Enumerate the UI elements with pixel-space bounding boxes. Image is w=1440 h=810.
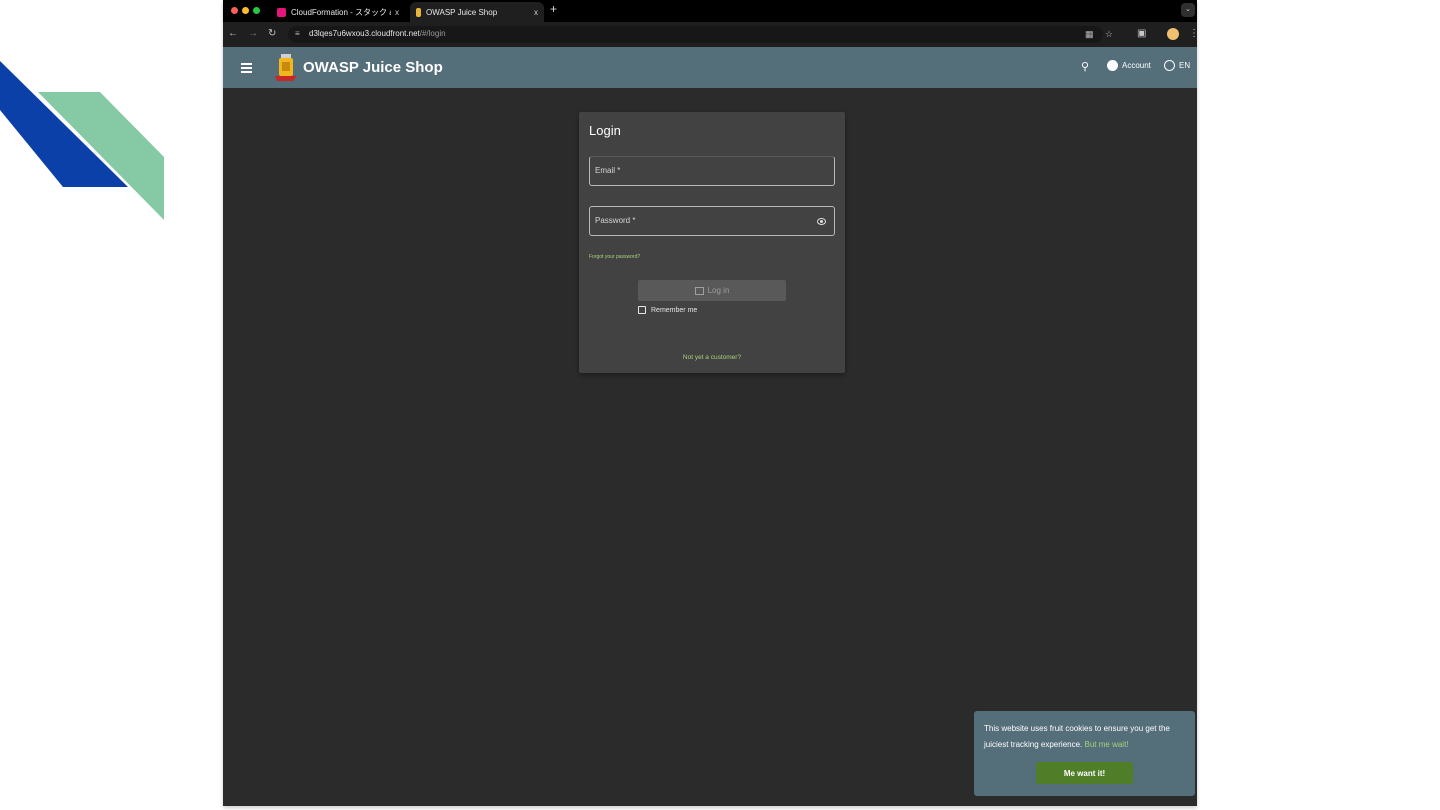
login-button[interactable]: Log in xyxy=(638,280,786,301)
hamburger-menu-icon[interactable] xyxy=(241,63,252,73)
url-text: d3lqes7u6wxou3.cloudfront.net/#/login xyxy=(309,29,446,38)
password-field[interactable]: Password * xyxy=(589,206,835,236)
forgot-password-link[interactable]: Forgot your password? xyxy=(589,254,640,260)
reload-icon[interactable]: ↻ xyxy=(268,28,276,39)
search-icon[interactable]: ⚲ xyxy=(1081,60,1089,73)
email-label: Email * xyxy=(595,166,621,175)
globe-icon xyxy=(1164,60,1175,71)
password-label: Password * xyxy=(595,216,636,225)
close-window-button[interactable] xyxy=(231,7,238,14)
extensions-icon[interactable]: ▣ xyxy=(1137,28,1146,39)
login-icon xyxy=(694,286,704,295)
zoom-window-button[interactable] xyxy=(253,7,260,14)
url-field[interactable]: ≡ d3lqes7u6wxou3.cloudfront.net/#/login … xyxy=(288,26,1113,43)
url-path: /#/login xyxy=(419,29,446,38)
address-bar: ← → ↻ ≡ d3lqes7u6wxou3.cloudfront.net/#/… xyxy=(223,22,1197,47)
accept-cookies-button[interactable]: Me want it! xyxy=(1036,762,1133,784)
tab-strip: CloudFormation - スタック an x OWASP Juice S… xyxy=(223,0,1197,22)
login-title: Login xyxy=(589,123,621,138)
register-link[interactable]: Not yet a customer? xyxy=(579,354,845,361)
new-tab-button[interactable]: + xyxy=(550,2,557,16)
site-settings-icon[interactable]: ≡ xyxy=(295,29,300,38)
account-label: Account xyxy=(1122,61,1151,70)
account-circle-icon xyxy=(1107,60,1118,71)
forward-arrow-icon[interactable]: → xyxy=(248,28,258,39)
tab-juice-shop[interactable]: OWASP Juice Shop x xyxy=(410,2,544,22)
browser-menu-icon[interactable]: ⋮ xyxy=(1189,28,1197,39)
tab-cloudformation[interactable]: CloudFormation - スタック an x xyxy=(271,2,405,22)
show-password-eye-icon[interactable] xyxy=(817,218,826,225)
login-button-label: Log in xyxy=(707,286,730,295)
cookie-learn-more-link[interactable]: But me wait! xyxy=(1085,740,1129,749)
language-label: EN xyxy=(1179,61,1191,70)
remember-me-checkbox[interactable]: Remember me xyxy=(638,306,697,314)
checkbox-box[interactable] xyxy=(638,306,646,314)
tab-close-icon[interactable]: x xyxy=(395,8,399,17)
language-button[interactable]: EN xyxy=(1164,60,1190,71)
remember-me-label: Remember me xyxy=(651,306,698,314)
juice-shop-logo-icon[interactable] xyxy=(273,52,299,82)
tab-search-chevron-icon[interactable]: ⌄ xyxy=(1181,3,1195,17)
tab-title: OWASP Juice Shop xyxy=(426,7,498,17)
back-arrow-icon[interactable]: ← xyxy=(228,28,238,39)
login-card: Login Email * Password * Forgot your pas… xyxy=(579,112,845,373)
slide-decoration xyxy=(0,61,164,220)
tab-close-icon[interactable]: x xyxy=(534,8,538,17)
translate-icon[interactable]: ▦ xyxy=(1085,29,1094,40)
account-button[interactable]: Account xyxy=(1107,60,1151,71)
app-title[interactable]: OWASP Juice Shop xyxy=(303,59,443,76)
url-host: d3lqes7u6wxou3.cloudfront.net xyxy=(309,29,420,38)
email-field[interactable]: Email * xyxy=(589,156,835,186)
cookie-banner: This website uses fruit cookies to ensur… xyxy=(974,711,1195,796)
browser-window: CloudFormation - スタック an x OWASP Juice S… xyxy=(223,0,1197,806)
tab-title: CloudFormation - スタック an xyxy=(291,7,391,17)
cookie-message: This website uses fruit cookies to ensur… xyxy=(984,721,1189,753)
minimize-window-button[interactable] xyxy=(242,7,249,14)
profile-avatar-icon[interactable] xyxy=(1167,28,1179,40)
cloudformation-favicon-icon xyxy=(277,7,286,17)
juice-shop-favicon-icon xyxy=(416,7,421,17)
slide: CloudFormation - スタック an x OWASP Juice S… xyxy=(0,0,1440,810)
bookmark-star-icon[interactable]: ☆ xyxy=(1105,29,1113,40)
cookie-text: This website uses fruit cookies to ensur… xyxy=(984,724,1170,749)
app-toolbar: OWASP Juice Shop ⚲ Account EN xyxy=(223,47,1197,88)
